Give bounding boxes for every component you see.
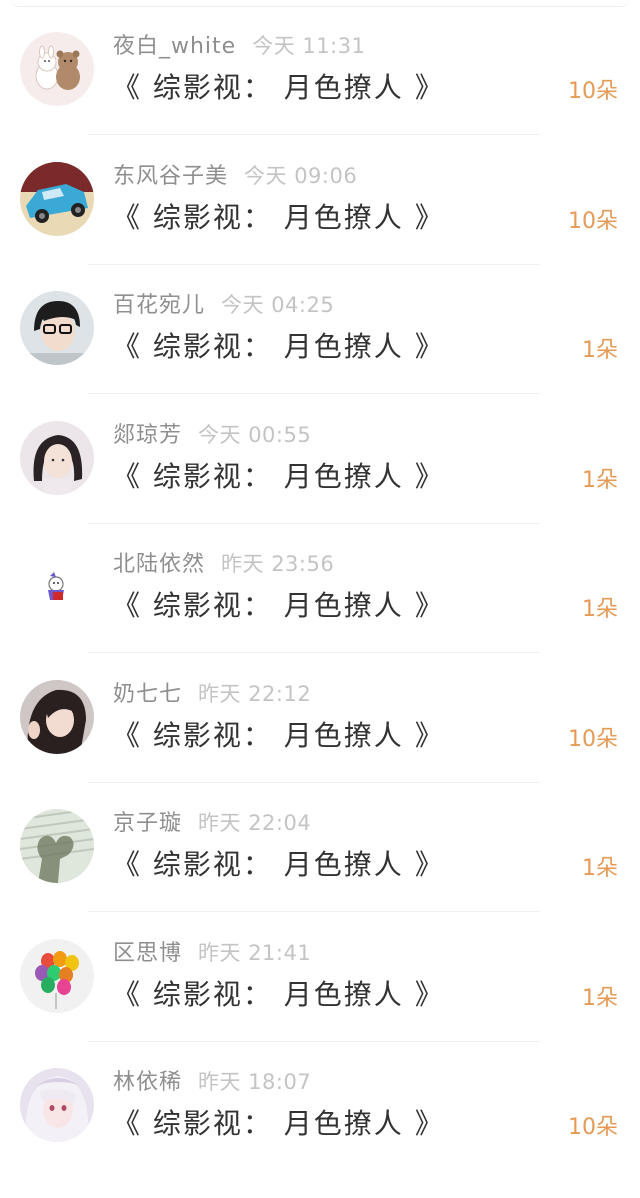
divider: [88, 782, 540, 783]
timestamp: 昨天 22:04: [198, 811, 312, 835]
gift-count: 10朵: [568, 1115, 618, 1140]
user-name[interactable]: 百花宛儿: [113, 293, 205, 318]
avatar-cartoon-image: [20, 550, 94, 624]
list-item[interactable]: 北陆依然 昨天 23:56 《 综影视： 月色撩人 》 1朵: [0, 550, 640, 680]
divider: [88, 1041, 540, 1042]
list-item[interactable]: 郯琼芳 今天 00:55 《 综影视： 月色撩人 》 1朵: [0, 421, 640, 551]
item-meta: 林依稀 昨天 18:07: [113, 1064, 311, 1100]
avatar-blue-car-image: [20, 162, 94, 236]
gift-count: 1朵: [582, 597, 618, 622]
user-name[interactable]: 东风谷子美: [113, 164, 228, 189]
timestamp: 今天 04:25: [221, 293, 335, 317]
list-item[interactable]: 京子璇 昨天 22:04 《 综影视： 月色撩人 》 1朵: [0, 809, 640, 939]
user-name[interactable]: 区思博: [113, 941, 182, 966]
gift-count: 10朵: [568, 209, 618, 234]
item-meta: 夜白_white 今天 11:31: [113, 28, 365, 64]
avatar[interactable]: [20, 291, 94, 365]
avatar-girl-image: [20, 421, 94, 495]
book-title[interactable]: 《 综影视： 月色撩人 》: [112, 457, 445, 497]
avatar[interactable]: [20, 421, 94, 495]
item-meta: 京子璇 昨天 22:04: [113, 805, 311, 841]
timestamp: 昨天 23:56: [221, 552, 335, 576]
gift-count: 1朵: [582, 338, 618, 363]
user-name[interactable]: 林依稀: [113, 1070, 182, 1095]
avatar-anime-girl-image: [20, 1068, 94, 1142]
gift-count: 1朵: [582, 468, 618, 493]
avatar[interactable]: [20, 939, 94, 1013]
timestamp: 今天 00:55: [198, 423, 312, 447]
timestamp: 昨天 18:07: [198, 1070, 312, 1094]
list-item[interactable]: 百花宛儿 今天 04:25 《 综影视： 月色撩人 》 1朵: [0, 291, 640, 421]
card-top-edge: [12, 0, 628, 7]
item-meta: 百花宛儿 今天 04:25: [113, 287, 334, 323]
gift-count: 1朵: [582, 986, 618, 1011]
avatar[interactable]: [20, 680, 94, 754]
avatar-glasses-boy-image: [20, 291, 94, 365]
divider: [88, 264, 540, 265]
timestamp: 昨天 21:41: [198, 941, 312, 965]
item-meta: 郯琼芳 今天 00:55: [113, 417, 311, 453]
item-meta: 区思博 昨天 21:41: [113, 935, 311, 971]
list-item[interactable]: 东风谷子美 今天 09:06 《 综影视： 月色撩人 》 10朵: [0, 162, 640, 292]
book-title[interactable]: 《 综影视： 月色撩人 》: [112, 845, 445, 885]
avatar[interactable]: [20, 1068, 94, 1142]
item-meta: 东风谷子美 今天 09:06: [113, 158, 357, 194]
book-title[interactable]: 《 综影视： 月色撩人 》: [112, 327, 445, 367]
list-item[interactable]: 林依稀 昨天 18:07 《 综影视： 月色撩人 》 10朵: [0, 1068, 640, 1198]
list-item[interactable]: 区思博 昨天 21:41 《 综影视： 月色撩人 》 1朵: [0, 939, 640, 1069]
book-title[interactable]: 《 综影视： 月色撩人 》: [112, 198, 445, 238]
item-meta: 北陆依然 昨天 23:56: [113, 546, 334, 582]
book-title[interactable]: 《 综影视： 月色撩人 》: [112, 1104, 445, 1144]
avatar-balloons-image: [20, 939, 94, 1013]
divider: [88, 652, 540, 653]
divider: [88, 393, 540, 394]
timestamp: 今天 11:31: [252, 34, 366, 58]
gift-count: 1朵: [582, 856, 618, 881]
user-name[interactable]: 奶七七: [113, 682, 182, 707]
gift-count: 10朵: [568, 727, 618, 752]
avatar[interactable]: [20, 550, 94, 624]
timestamp: 今天 09:06: [244, 164, 358, 188]
user-name[interactable]: 北陆依然: [113, 552, 205, 577]
book-title[interactable]: 《 综影视： 月色撩人 》: [112, 586, 445, 626]
list-item[interactable]: 奶七七 昨天 22:12 《 综影视： 月色撩人 》 10朵: [0, 680, 640, 810]
divider: [88, 523, 540, 524]
avatar[interactable]: [20, 809, 94, 883]
avatar[interactable]: [20, 162, 94, 236]
list-item[interactable]: 夜白_white 今天 11:31 《 综影视： 月色撩人 》 10朵: [0, 32, 640, 162]
avatar-woman-image: [20, 680, 94, 754]
user-name[interactable]: 京子璇: [113, 811, 182, 836]
divider: [88, 911, 540, 912]
item-meta: 奶七七 昨天 22:12: [113, 676, 311, 712]
timestamp: 昨天 22:12: [198, 682, 312, 706]
avatar[interactable]: [20, 32, 94, 106]
book-title[interactable]: 《 综影视： 月色撩人 》: [112, 975, 445, 1015]
avatar-tree-image: [20, 809, 94, 883]
book-title[interactable]: 《 综影视： 月色撩人 》: [112, 68, 445, 108]
divider: [88, 134, 540, 135]
user-name[interactable]: 郯琼芳: [113, 423, 182, 448]
gift-count: 10朵: [568, 79, 618, 104]
user-name[interactable]: 夜白_white: [113, 34, 236, 59]
avatar-bears-image: [20, 32, 94, 106]
book-title[interactable]: 《 综影视： 月色撩人 》: [112, 716, 445, 756]
